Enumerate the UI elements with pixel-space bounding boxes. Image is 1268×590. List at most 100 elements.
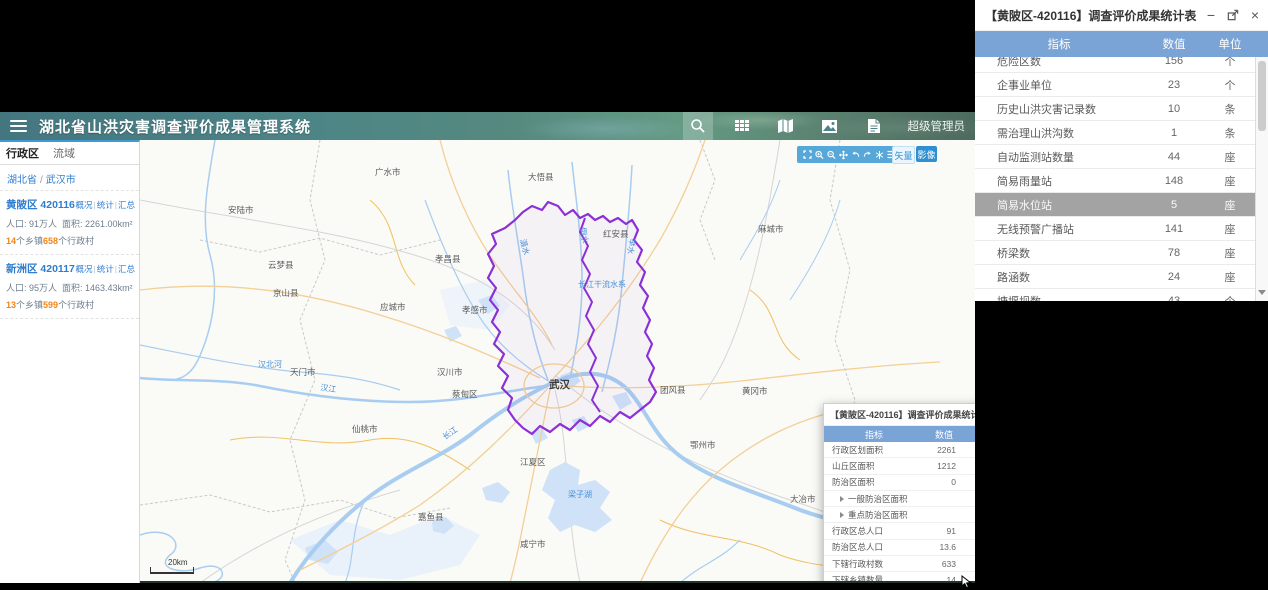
map-label: 咸宁市 [520,539,546,549]
pan-icon[interactable] [838,149,848,160]
district-name-link[interactable]: 黄陂区 420116 [6,197,75,212]
scale-rule [150,567,194,574]
map-label: 汉北河 [258,359,282,369]
map-label: 麻城市 [758,224,784,234]
dialog-table-row[interactable]: 防治区总人口 13.6 万人 [824,540,975,557]
dialog-table-row[interactable]: 行政区划面积 2261 km² [824,442,975,459]
district-card: 黄陂区 420116 概况|统计|汇总 人口: 91万人 面积: 2261.00… [0,191,139,255]
map-label: 仙桃市 [352,424,378,434]
panel-table-row[interactable]: 企事业单位 23 个 [975,73,1268,97]
district-action-2[interactable]: 汇总 [118,200,135,210]
stats-panel: 【黄陂区-420116】调查评价成果统计表 − × 指标 数值 单位 危险区数 … [975,0,1268,301]
district-action-2[interactable]: 汇总 [118,264,135,274]
stats-panel-titlebar[interactable]: 【黄陂区-420116】调查评价成果统计表 − × [975,0,1268,31]
menu-icon[interactable] [10,120,27,132]
image-icon[interactable] [815,112,845,140]
dialog-table-row[interactable]: 下辖行政村数 633 个 [824,556,975,573]
map-label: 天门市 [290,367,316,377]
minimize-icon[interactable]: − [1202,6,1220,24]
current-user[interactable]: 超级管理员 [908,118,966,134]
district-counts: 14个乡镇658个行政村 [6,236,95,246]
map-label: 鄂州市 [690,440,716,450]
dialog-table-row[interactable]: 行政区总人口 91 万人 [824,523,975,540]
stats-dialog-title: 【黄陂区-420116】调查评价成果统计表 [830,410,975,420]
panel-table-row[interactable]: 桥梁数 78 座 [975,241,1268,265]
table-icon[interactable] [727,112,757,140]
restore-icon[interactable] [1224,6,1242,24]
scale-bar: 20km [150,558,194,574]
stats-dialog-body: 行政区划面积 2261 km² 山丘区面积 1212 km² 防治区面积 0 k… [824,442,975,583]
search-icon[interactable] [682,112,713,140]
district-meta: 人口: 95万人 面积: 1463.43km² [6,283,133,293]
map-label: 红安县 [603,229,629,239]
next-extent-icon[interactable] [863,149,872,160]
breadcrumb-city[interactable]: 武汉市 [46,175,76,186]
mouse-cursor [961,575,972,589]
map-icon[interactable] [771,112,801,140]
district-action-1[interactable]: 统计 [97,200,114,210]
panel-table-row[interactable]: 简易水位站 5 座 [975,193,1268,217]
stats-dialog: 【黄陂区-420116】调查评价成果统计表 − × 指标 数值 单位 行政区划面… [823,403,975,583]
breadcrumb: 湖北省 / 武汉市 [0,165,139,191]
dialog-table-row[interactable]: 一般防治区面积 km² [824,491,975,508]
app-title: 湖北省山洪灾害调查评价成果管理系统 [39,118,312,136]
zoom-out-icon[interactable] [826,149,836,160]
expand-caret-icon[interactable] [840,511,844,518]
stats-dialog-header: 指标 数值 单位 [824,426,975,442]
map-label: 云梦县 [268,260,294,270]
zoom-in-icon[interactable] [814,149,824,160]
panel-scroll-down-icon[interactable] [1256,285,1268,299]
stats-panel-body: 危险区数 156 个 企事业单位 23 个 历史山洪灾害记录数 10 条 需治理… [975,57,1268,301]
district-name-link[interactable]: 新洲区 420117 [6,261,75,276]
sidebar-tabs: 行政区 流域 [0,142,139,165]
map-label: 应城市 [380,302,406,312]
tab-administrative-region[interactable]: 行政区 [6,145,39,161]
map-label: 大冶市 [790,494,816,504]
dialog-table-row[interactable]: 重点防治区面积 km² [824,507,975,524]
panel-table-row[interactable]: 需治理山洪沟数 1 条 [975,121,1268,145]
breadcrumb-province[interactable]: 湖北省 [7,175,37,186]
district-action-1[interactable]: 统计 [97,264,114,274]
panel-table-row[interactable]: 自动监测站数量 44 座 [975,145,1268,169]
measure-icon[interactable] [875,149,884,160]
panel-table-row[interactable]: 简易雨量站 148 座 [975,169,1268,193]
previous-extent-icon[interactable] [851,149,860,160]
map-label: 黄冈市 [742,386,768,396]
map-label: 蔡甸区 [452,389,478,399]
district-meta: 人口: 91万人 面积: 2261.00km² [6,219,133,229]
map-viewport[interactable]: 安陆市 广水市 大悟县 红安县 麻城市 孝昌县 云梦县 京山县 应城市 孝感市 天门市 汉川市 蔡甸区仙… [140,140,975,583]
map-label: 嘉鱼县 [418,512,444,522]
header-toolbar: 超级管理员 [676,112,976,140]
panel-scrollbar[interactable] [1255,57,1268,301]
dialog-table-row[interactable]: 防治区面积 0 km² [824,475,975,491]
screen: 湖北省山洪灾害调查评价成果管理系统 超级管理员 行政区 流域 湖北省 / 武汉市… [0,0,1268,590]
map-label: 孝昌县 [435,254,461,264]
tab-watershed[interactable]: 流域 [53,145,75,161]
report-icon[interactable] [859,112,889,140]
map-label: 汉川市 [437,367,463,377]
panel-table-row[interactable]: 无线预警广播站 141 座 [975,217,1268,241]
han-river [140,376,546,404]
map-bottom-edge [140,581,975,583]
map-label: 汉江 [320,383,337,394]
sidebar: 行政区 流域 湖北省 / 武汉市 黄陂区 420116 概况|统计|汇总 人口: 9… [0,140,140,583]
panel-scrollbar-thumb[interactable] [1258,61,1266,131]
basemap-imagery-button[interactable]: 影像 [916,146,937,162]
map-label: 武汉 [549,378,570,391]
full-extent-icon[interactable] [802,149,812,160]
map-label: 广水市 [375,167,401,177]
district-counts: 13个乡镇599个行政村 [6,300,95,310]
map-label: 江夏区 [520,457,546,467]
close-icon[interactable]: × [1246,6,1264,24]
basemap-vector-button[interactable]: 矢量 [892,146,915,164]
dialog-table-row[interactable]: 山丘区面积 1212 km² [824,458,975,475]
stats-dialog-titlebar[interactable]: 【黄陂区-420116】调查评价成果统计表 − × [824,404,975,426]
expand-caret-icon[interactable] [840,495,844,502]
panel-table-row[interactable]: 塘堰坝数 43 个 [975,289,1268,301]
district-action-0[interactable]: 概况 [76,200,93,210]
stats-panel-header: 指标 数值 单位 [975,31,1268,57]
panel-table-row[interactable]: 路涵数 24 座 [975,265,1268,289]
district-action-0[interactable]: 概况 [76,264,93,274]
panel-table-row[interactable]: 危险区数 156 个 [975,57,1268,73]
panel-table-row[interactable]: 历史山洪灾害记录数 10 条 [975,97,1268,121]
